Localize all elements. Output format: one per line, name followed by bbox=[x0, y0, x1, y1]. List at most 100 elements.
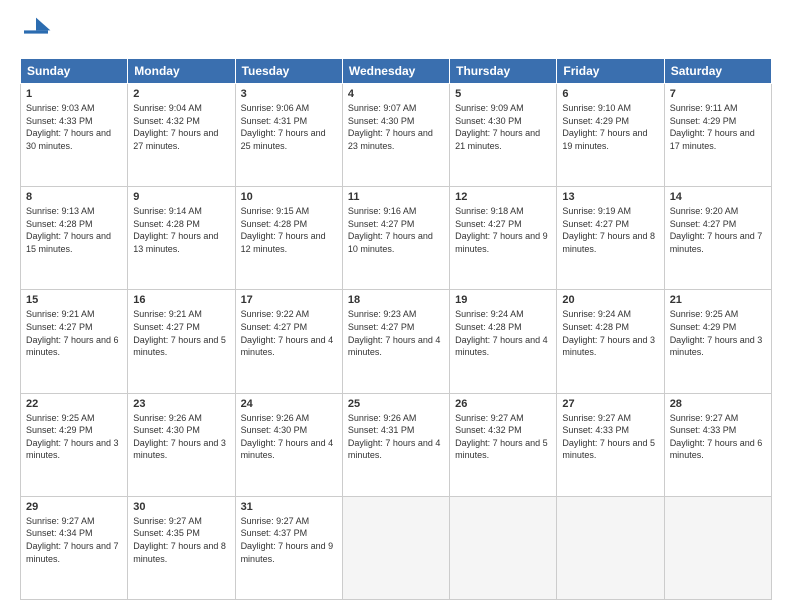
day-info: Sunrise: 9:15 AMSunset: 4:28 PMDaylight:… bbox=[241, 206, 326, 254]
day-info: Sunrise: 9:26 AMSunset: 4:31 PMDaylight:… bbox=[348, 413, 441, 461]
day-cell-5: 5 Sunrise: 9:09 AMSunset: 4:30 PMDayligh… bbox=[450, 84, 557, 187]
day-cell-14: 14 Sunrise: 9:20 AMSunset: 4:27 PMDaylig… bbox=[664, 187, 771, 290]
calendar: SundayMondayTuesdayWednesdayThursdayFrid… bbox=[20, 58, 772, 600]
day-cell-11: 11 Sunrise: 9:16 AMSunset: 4:27 PMDaylig… bbox=[342, 187, 449, 290]
day-cell-24: 24 Sunrise: 9:26 AMSunset: 4:30 PMDaylig… bbox=[235, 393, 342, 496]
day-number: 8 bbox=[26, 191, 122, 203]
week-row-5: 29 Sunrise: 9:27 AMSunset: 4:34 PMDaylig… bbox=[21, 496, 772, 599]
calendar-header: SundayMondayTuesdayWednesdayThursdayFrid… bbox=[21, 59, 772, 84]
day-number: 10 bbox=[241, 191, 337, 203]
day-number: 5 bbox=[455, 88, 551, 100]
day-info: Sunrise: 9:06 AMSunset: 4:31 PMDaylight:… bbox=[241, 103, 326, 151]
day-cell-8: 8 Sunrise: 9:13 AMSunset: 4:28 PMDayligh… bbox=[21, 187, 128, 290]
day-number: 1 bbox=[26, 88, 122, 100]
day-info: Sunrise: 9:11 AMSunset: 4:29 PMDaylight:… bbox=[670, 103, 755, 151]
day-cell-2: 2 Sunrise: 9:04 AMSunset: 4:32 PMDayligh… bbox=[128, 84, 235, 187]
page: SundayMondayTuesdayWednesdayThursdayFrid… bbox=[0, 0, 792, 612]
calendar-body: 1 Sunrise: 9:03 AMSunset: 4:33 PMDayligh… bbox=[21, 84, 772, 600]
day-info: Sunrise: 9:24 AMSunset: 4:28 PMDaylight:… bbox=[455, 309, 548, 357]
header-wednesday: Wednesday bbox=[342, 59, 449, 84]
day-number: 20 bbox=[562, 294, 658, 306]
day-info: Sunrise: 9:13 AMSunset: 4:28 PMDaylight:… bbox=[26, 206, 111, 254]
day-info: Sunrise: 9:27 AMSunset: 4:35 PMDaylight:… bbox=[133, 516, 226, 564]
header-row: SundayMondayTuesdayWednesdayThursdayFrid… bbox=[21, 59, 772, 84]
day-info: Sunrise: 9:27 AMSunset: 4:33 PMDaylight:… bbox=[670, 413, 763, 461]
day-info: Sunrise: 9:07 AMSunset: 4:30 PMDaylight:… bbox=[348, 103, 433, 151]
header-tuesday: Tuesday bbox=[235, 59, 342, 84]
week-row-1: 1 Sunrise: 9:03 AMSunset: 4:33 PMDayligh… bbox=[21, 84, 772, 187]
day-cell-13: 13 Sunrise: 9:19 AMSunset: 4:27 PMDaylig… bbox=[557, 187, 664, 290]
day-cell-27: 27 Sunrise: 9:27 AMSunset: 4:33 PMDaylig… bbox=[557, 393, 664, 496]
week-row-3: 15 Sunrise: 9:21 AMSunset: 4:27 PMDaylig… bbox=[21, 290, 772, 393]
day-info: Sunrise: 9:10 AMSunset: 4:29 PMDaylight:… bbox=[562, 103, 647, 151]
day-cell-6: 6 Sunrise: 9:10 AMSunset: 4:29 PMDayligh… bbox=[557, 84, 664, 187]
day-number: 31 bbox=[241, 501, 337, 513]
day-number: 21 bbox=[670, 294, 766, 306]
day-number: 19 bbox=[455, 294, 551, 306]
day-cell-25: 25 Sunrise: 9:26 AMSunset: 4:31 PMDaylig… bbox=[342, 393, 449, 496]
day-number: 14 bbox=[670, 191, 766, 203]
day-cell-26: 26 Sunrise: 9:27 AMSunset: 4:32 PMDaylig… bbox=[450, 393, 557, 496]
day-number: 11 bbox=[348, 191, 444, 203]
day-info: Sunrise: 9:16 AMSunset: 4:27 PMDaylight:… bbox=[348, 206, 433, 254]
empty-cell bbox=[450, 496, 557, 599]
day-number: 15 bbox=[26, 294, 122, 306]
week-row-4: 22 Sunrise: 9:25 AMSunset: 4:29 PMDaylig… bbox=[21, 393, 772, 496]
day-info: Sunrise: 9:04 AMSunset: 4:32 PMDaylight:… bbox=[133, 103, 218, 151]
day-number: 13 bbox=[562, 191, 658, 203]
day-info: Sunrise: 9:26 AMSunset: 4:30 PMDaylight:… bbox=[241, 413, 334, 461]
day-info: Sunrise: 9:27 AMSunset: 4:37 PMDaylight:… bbox=[241, 516, 334, 564]
day-number: 23 bbox=[133, 398, 229, 410]
day-info: Sunrise: 9:24 AMSunset: 4:28 PMDaylight:… bbox=[562, 309, 655, 357]
day-cell-16: 16 Sunrise: 9:21 AMSunset: 4:27 PMDaylig… bbox=[128, 290, 235, 393]
day-cell-3: 3 Sunrise: 9:06 AMSunset: 4:31 PMDayligh… bbox=[235, 84, 342, 187]
day-info: Sunrise: 9:19 AMSunset: 4:27 PMDaylight:… bbox=[562, 206, 655, 254]
header-friday: Friday bbox=[557, 59, 664, 84]
empty-cell bbox=[664, 496, 771, 599]
day-info: Sunrise: 9:27 AMSunset: 4:32 PMDaylight:… bbox=[455, 413, 548, 461]
day-number: 28 bbox=[670, 398, 766, 410]
day-number: 9 bbox=[133, 191, 229, 203]
logo-icon bbox=[20, 16, 52, 48]
day-number: 12 bbox=[455, 191, 551, 203]
header-thursday: Thursday bbox=[450, 59, 557, 84]
day-info: Sunrise: 9:27 AMSunset: 4:34 PMDaylight:… bbox=[26, 516, 119, 564]
day-cell-10: 10 Sunrise: 9:15 AMSunset: 4:28 PMDaylig… bbox=[235, 187, 342, 290]
day-number: 27 bbox=[562, 398, 658, 410]
day-number: 2 bbox=[133, 88, 229, 100]
header-monday: Monday bbox=[128, 59, 235, 84]
day-number: 17 bbox=[241, 294, 337, 306]
day-number: 26 bbox=[455, 398, 551, 410]
day-info: Sunrise: 9:27 AMSunset: 4:33 PMDaylight:… bbox=[562, 413, 655, 461]
day-cell-17: 17 Sunrise: 9:22 AMSunset: 4:27 PMDaylig… bbox=[235, 290, 342, 393]
day-info: Sunrise: 9:18 AMSunset: 4:27 PMDaylight:… bbox=[455, 206, 548, 254]
day-cell-31: 31 Sunrise: 9:27 AMSunset: 4:37 PMDaylig… bbox=[235, 496, 342, 599]
day-cell-20: 20 Sunrise: 9:24 AMSunset: 4:28 PMDaylig… bbox=[557, 290, 664, 393]
week-row-2: 8 Sunrise: 9:13 AMSunset: 4:28 PMDayligh… bbox=[21, 187, 772, 290]
day-cell-19: 19 Sunrise: 9:24 AMSunset: 4:28 PMDaylig… bbox=[450, 290, 557, 393]
day-info: Sunrise: 9:03 AMSunset: 4:33 PMDaylight:… bbox=[26, 103, 111, 151]
day-cell-30: 30 Sunrise: 9:27 AMSunset: 4:35 PMDaylig… bbox=[128, 496, 235, 599]
day-cell-12: 12 Sunrise: 9:18 AMSunset: 4:27 PMDaylig… bbox=[450, 187, 557, 290]
empty-cell bbox=[557, 496, 664, 599]
day-number: 18 bbox=[348, 294, 444, 306]
empty-cell bbox=[342, 496, 449, 599]
day-info: Sunrise: 9:09 AMSunset: 4:30 PMDaylight:… bbox=[455, 103, 540, 151]
day-cell-22: 22 Sunrise: 9:25 AMSunset: 4:29 PMDaylig… bbox=[21, 393, 128, 496]
day-cell-18: 18 Sunrise: 9:23 AMSunset: 4:27 PMDaylig… bbox=[342, 290, 449, 393]
day-info: Sunrise: 9:14 AMSunset: 4:28 PMDaylight:… bbox=[133, 206, 218, 254]
header-sunday: Sunday bbox=[21, 59, 128, 84]
day-info: Sunrise: 9:20 AMSunset: 4:27 PMDaylight:… bbox=[670, 206, 763, 254]
day-info: Sunrise: 9:26 AMSunset: 4:30 PMDaylight:… bbox=[133, 413, 226, 461]
logo bbox=[20, 16, 56, 48]
day-cell-9: 9 Sunrise: 9:14 AMSunset: 4:28 PMDayligh… bbox=[128, 187, 235, 290]
day-cell-15: 15 Sunrise: 9:21 AMSunset: 4:27 PMDaylig… bbox=[21, 290, 128, 393]
day-cell-21: 21 Sunrise: 9:25 AMSunset: 4:29 PMDaylig… bbox=[664, 290, 771, 393]
header bbox=[20, 16, 772, 48]
day-number: 7 bbox=[670, 88, 766, 100]
day-number: 22 bbox=[26, 398, 122, 410]
day-info: Sunrise: 9:21 AMSunset: 4:27 PMDaylight:… bbox=[133, 309, 226, 357]
day-cell-28: 28 Sunrise: 9:27 AMSunset: 4:33 PMDaylig… bbox=[664, 393, 771, 496]
day-number: 24 bbox=[241, 398, 337, 410]
day-info: Sunrise: 9:22 AMSunset: 4:27 PMDaylight:… bbox=[241, 309, 334, 357]
